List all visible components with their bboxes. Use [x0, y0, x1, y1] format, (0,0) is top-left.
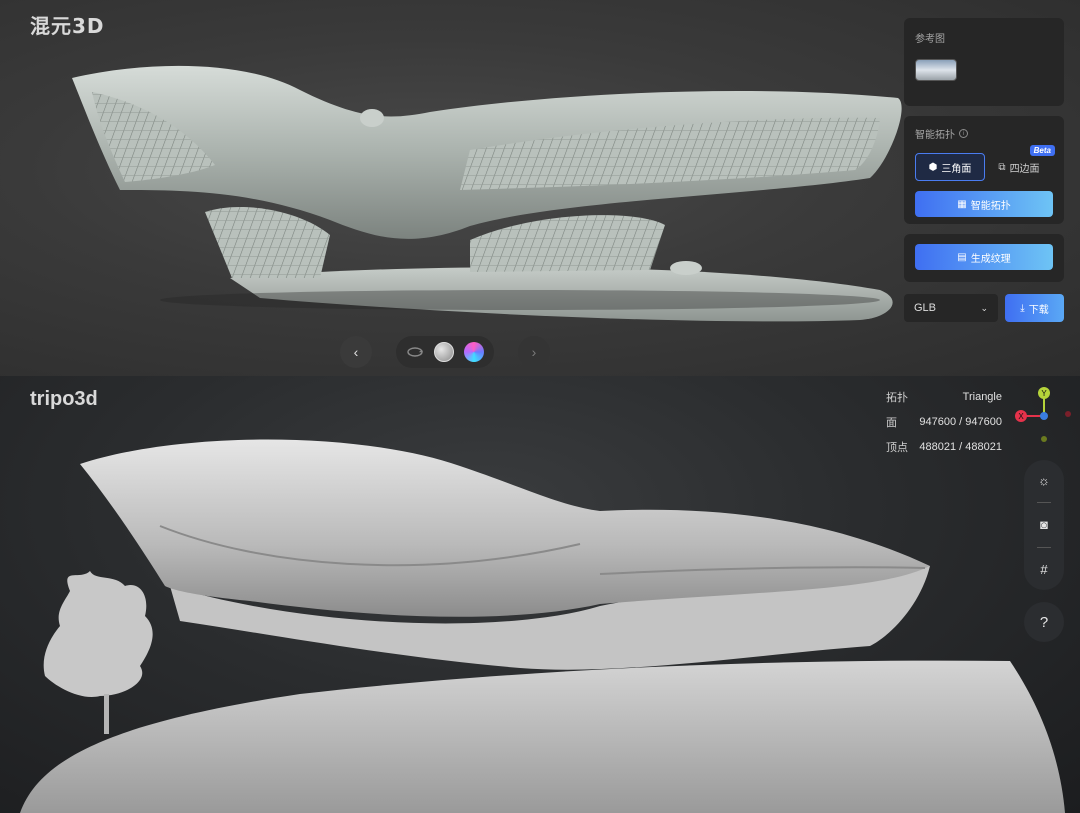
stat-row-vertices: 顶点 488021 / 488021 [886, 434, 1002, 459]
reference-card: 参考图 [904, 18, 1064, 106]
model-viewport-hunyuan[interactable] [0, 0, 905, 376]
texture-card: ▤ 生成纹理 [904, 234, 1064, 282]
textured-mode-button[interactable] [464, 342, 484, 362]
mesh-stats: 拓扑 Triangle 面 947600 / 947600 顶点 488021 … [886, 384, 1002, 459]
topology-option-label: 三角面 [941, 163, 972, 175]
hunyuan-panel: 混元3D 参考图 智能拓扑 i ⬢ 三角面 ⧉ 四边面 Beta ▦ 智能拓扑 [0, 0, 1080, 376]
stat-row-faces: 面 947600 / 947600 [886, 409, 1002, 434]
axis-gizmo[interactable]: Y X [1010, 384, 1080, 444]
roof-dome-right [670, 261, 702, 275]
roof-dome-left [360, 109, 384, 127]
help-button[interactable]: ? [1024, 602, 1064, 642]
chevron-down-icon: ⌄ [980, 302, 988, 313]
topology-icon: ▦ [957, 198, 967, 210]
stat-key: 面 [886, 415, 897, 429]
generate-texture-label: 生成纹理 [970, 253, 1011, 265]
tree-model [43, 571, 153, 697]
download-label: 下载 [1028, 304, 1049, 316]
orbit-icon[interactable] [406, 343, 424, 361]
download-button[interactable]: ⤓ 下载 [1005, 294, 1064, 322]
topology-option-label: 四边面 [1009, 163, 1040, 175]
topology-toggle: ⬢ 三角面 ⧉ 四边面 Beta [915, 145, 1055, 181]
reference-thumbnail[interactable] [915, 59, 957, 81]
topology-card: 智能拓扑 i ⬢ 三角面 ⧉ 四边面 Beta ▦ 智能拓扑 [904, 116, 1064, 224]
stat-key: 拓扑 [886, 390, 908, 404]
tree-trunk [104, 694, 109, 734]
previous-button[interactable]: ‹ [340, 336, 372, 368]
render-mode-group [396, 336, 494, 368]
glass-volume-right [470, 215, 665, 272]
topology-option-quad[interactable]: ⧉ 四边面 [985, 153, 1053, 181]
reference-label: 参考图 [915, 34, 945, 45]
terrain-base [20, 660, 1065, 813]
download-icon: ⤓ [1020, 302, 1025, 314]
triangle-mesh-icon: ⬢ [928, 161, 938, 173]
stat-key: 顶点 [886, 440, 908, 454]
quad-mesh-icon: ⧉ [998, 161, 1006, 173]
stat-value: 947600 / 947600 [919, 415, 1002, 428]
beta-badge: Beta [1029, 145, 1055, 156]
axis-y-label: Y [1041, 389, 1047, 398]
info-icon[interactable]: i [959, 129, 968, 138]
topology-label: 智能拓扑 [915, 130, 955, 141]
axis-x-label: X [1018, 412, 1024, 421]
chevron-left-icon: ‹ [353, 344, 359, 360]
brand-hunyuan: 混元3D [30, 14, 105, 38]
topology-option-triangle[interactable]: ⬢ 三角面 [915, 153, 985, 181]
format-select[interactable]: GLB ⌄ [904, 294, 998, 322]
stat-value: Triangle [962, 390, 1002, 403]
next-button[interactable]: › [518, 336, 550, 368]
texture-icon: ▤ [957, 251, 967, 263]
glass-volume-left [205, 206, 330, 278]
grid-icon[interactable]: # [1036, 561, 1052, 577]
format-value: GLB [914, 302, 937, 314]
tripo3d-panel: tripo3d 拓扑 Triangle 面 947600 / 947600 顶点… [0, 376, 1080, 813]
generate-texture-button[interactable]: ▤ 生成纹理 [915, 244, 1053, 270]
stat-value: 488021 / 488021 [919, 440, 1002, 453]
smart-topology-button[interactable]: ▦ 智能拓扑 [915, 191, 1053, 217]
brand-tripo3d: tripo3d [30, 388, 98, 410]
white-model-mode-button[interactable] [434, 342, 454, 362]
viewer-controls: ‹ › [340, 336, 550, 368]
lighting-icon[interactable]: ☼ [1036, 473, 1052, 489]
help-icon: ? [1039, 613, 1049, 631]
camera-icon[interactable]: ◙ [1036, 517, 1052, 533]
smart-topology-label: 智能拓扑 [970, 200, 1011, 212]
viewer-toolbar: ☼ ◙ # [1024, 460, 1064, 590]
stat-row-topology: 拓扑 Triangle [886, 384, 1002, 409]
chevron-right-icon: › [531, 344, 537, 360]
